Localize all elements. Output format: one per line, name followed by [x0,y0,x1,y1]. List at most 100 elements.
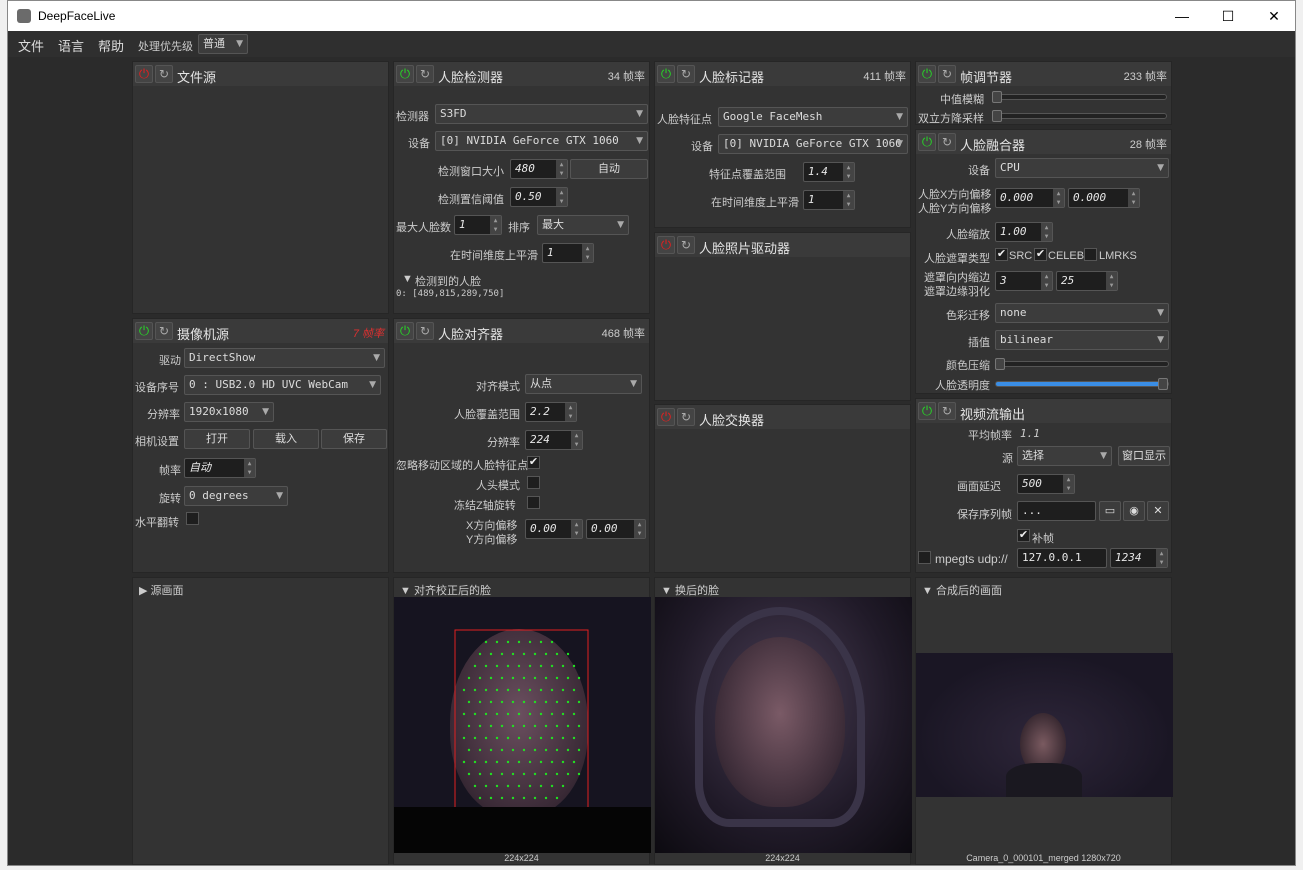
x-offset-spinbox[interactable]: 0.000 ▲ ▼ [995,188,1065,208]
landmark-dot [489,652,493,656]
merged-view-title[interactable]: ▼ 合成后的画面 [922,582,1002,598]
x-offset-spinbox[interactable]: 0.00 ▲ ▼ [525,519,583,539]
interpolation-select[interactable]: bilinear ▼ [995,330,1169,350]
color-transfer-select[interactable]: none ▼ [995,303,1169,323]
reset-icon[interactable]: ↻ [677,65,695,83]
median-blur-slider[interactable] [992,91,1167,103]
driver-select[interactable]: DirectShow ▼ [184,348,385,368]
landmark-dot [473,688,477,692]
celeb-checkbox[interactable]: ✔ [1034,248,1047,261]
threshold-spinbox[interactable]: 0.50 ▲ ▼ [510,187,568,207]
device-select[interactable]: [0] NVIDIA GeForce GTX 1060 ▼ [435,131,648,151]
sort-select[interactable]: 最大 ▼ [537,215,629,235]
reset-icon[interactable]: ↻ [155,322,173,340]
load-button[interactable]: 载入 [253,429,319,449]
reset-icon[interactable]: ↻ [938,402,956,420]
landmark-dot [539,640,543,644]
reset-icon[interactable]: ↻ [938,133,956,151]
y-offset-spinbox[interactable]: 0.00 ▲ ▼ [586,519,646,539]
head-mode-checkbox[interactable] [527,476,540,489]
landmark-dot [473,760,477,764]
menu-language[interactable]: 语言 [58,36,84,55]
src-checkbox[interactable]: ✔ [995,248,1008,261]
resolution-select[interactable]: 1920x1080 ▼ [184,402,274,422]
mpegts-checkbox[interactable] [918,551,931,564]
menu-file[interactable]: 文件 [18,36,44,55]
color-compress-slider[interactable] [995,358,1169,370]
fill-frames-checkbox[interactable]: ✔ [1017,529,1030,542]
reset-icon[interactable]: ↻ [938,65,956,83]
detected-faces-label[interactable]: 检测到的人脸 [415,273,481,289]
source-select[interactable]: 选择 ▼ [1017,446,1112,466]
power-icon[interactable]: ⏻ [918,65,936,83]
auto-button[interactable]: 自动 [570,159,648,179]
power-icon[interactable]: ⏻ [135,65,153,83]
sequence-path-input[interactable]: ... [1017,501,1096,521]
ignore-moving-checkbox[interactable]: ✔ [527,456,540,469]
range-spinbox[interactable]: 1.4 ▲ ▼ [803,162,855,182]
window-show-button[interactable]: 窗口显示 [1118,446,1170,466]
lmrks-checkbox[interactable] [1084,248,1097,261]
device-select[interactable]: 0 : USB2.0 HD UVC WebCam ▼ [184,375,381,395]
reset-icon[interactable]: ↻ [677,408,695,426]
marker-type-select[interactable]: Google FaceMesh ▼ [718,107,908,127]
y-offset-spinbox[interactable]: 0.000 ▲ ▼ [1068,188,1140,208]
power-icon[interactable]: ⏻ [396,322,414,340]
device-label: 设备 [408,138,430,150]
detector-select[interactable]: S3FD ▼ [435,104,648,124]
rotate-select[interactable]: 0 degrees ▼ [184,486,288,506]
clear-icon[interactable]: ✕ [1147,501,1169,521]
close-window-button[interactable]: ✕ [1251,1,1297,31]
power-icon[interactable]: ⏻ [135,322,153,340]
landmark-dot [555,748,559,752]
reset-icon[interactable]: ↻ [677,236,695,254]
opacity-slider[interactable] [995,378,1169,390]
landmark-dot [539,664,543,668]
landmark-dot [522,748,526,752]
landmark-dot [555,676,559,680]
max-faces-spinbox[interactable]: 1 ▲ ▼ [454,215,502,235]
landmark-dot [555,796,559,800]
minimize-button[interactable]: — [1159,1,1205,31]
device-select[interactable]: [0] NVIDIA GeForce GTX 1060 ▼ [718,134,908,154]
align-mode-select[interactable]: 从点 ▼ [525,374,642,394]
collapse-arrow-icon[interactable]: ▼ [402,273,413,285]
window-size-spinbox[interactable]: 480 ▲ ▼ [510,159,568,179]
swapped-view-title[interactable]: ▼ 换后的脸 [661,582,719,598]
reset-icon[interactable]: ↻ [416,322,434,340]
device-select[interactable]: CPU ▼ [995,158,1169,178]
power-icon[interactable]: ⏻ [918,402,936,420]
reset-icon[interactable]: ↻ [416,65,434,83]
aligned-view-title[interactable]: ▼ 对齐校正后的脸 [400,582,491,598]
downsample-slider[interactable] [992,110,1167,122]
ip-input[interactable]: 127.0.0.1 [1017,548,1107,568]
flip-checkbox[interactable] [186,512,199,525]
folder-icon[interactable]: ▭ [1099,501,1121,521]
power-icon[interactable]: ⏻ [657,236,675,254]
reset-icon[interactable]: ↻ [155,65,173,83]
maximize-button[interactable]: ☐ [1205,1,1251,31]
delay-spinbox[interactable]: 500 ▲ ▼ [1017,474,1075,494]
save-button[interactable]: 保存 [321,429,387,449]
priority-select[interactable]: 普通 ▼ [198,34,248,54]
mask-erode-spinbox[interactable]: 3 ▲ ▼ [995,271,1053,291]
source-view-title[interactable]: ▶ 源画面 [139,582,184,598]
power-icon[interactable]: ⏻ [657,408,675,426]
resolution-spinbox[interactable]: 224 ▲ ▼ [525,430,583,450]
smooth-spinbox[interactable]: 1 ▲ ▼ [803,190,855,210]
menu-help[interactable]: 帮助 [98,36,124,55]
power-icon[interactable]: ⏻ [657,65,675,83]
mask-blur-spinbox[interactable]: 25 ▲ ▼ [1056,271,1118,291]
freeze-z-checkbox[interactable] [527,496,540,509]
eye-icon[interactable]: ◉ [1123,501,1145,521]
open-button[interactable]: 打开 [184,429,250,449]
smooth-spinbox[interactable]: 1 ▲ ▼ [542,243,594,263]
coverage-spinbox[interactable]: 2.2 ▲ ▼ [525,402,577,422]
landmark-dot [533,724,537,728]
port-spinbox[interactable]: 1234 ▲ ▼ [1110,548,1168,568]
scale-spinbox[interactable]: 1.00 ▲ ▼ [995,222,1053,242]
driver-label: 驱动 [159,355,181,367]
power-icon[interactable]: ⏻ [918,133,936,151]
power-icon[interactable]: ⏻ [396,65,414,83]
fps-spinbox[interactable]: 自动 ▲ ▼ [184,458,256,478]
